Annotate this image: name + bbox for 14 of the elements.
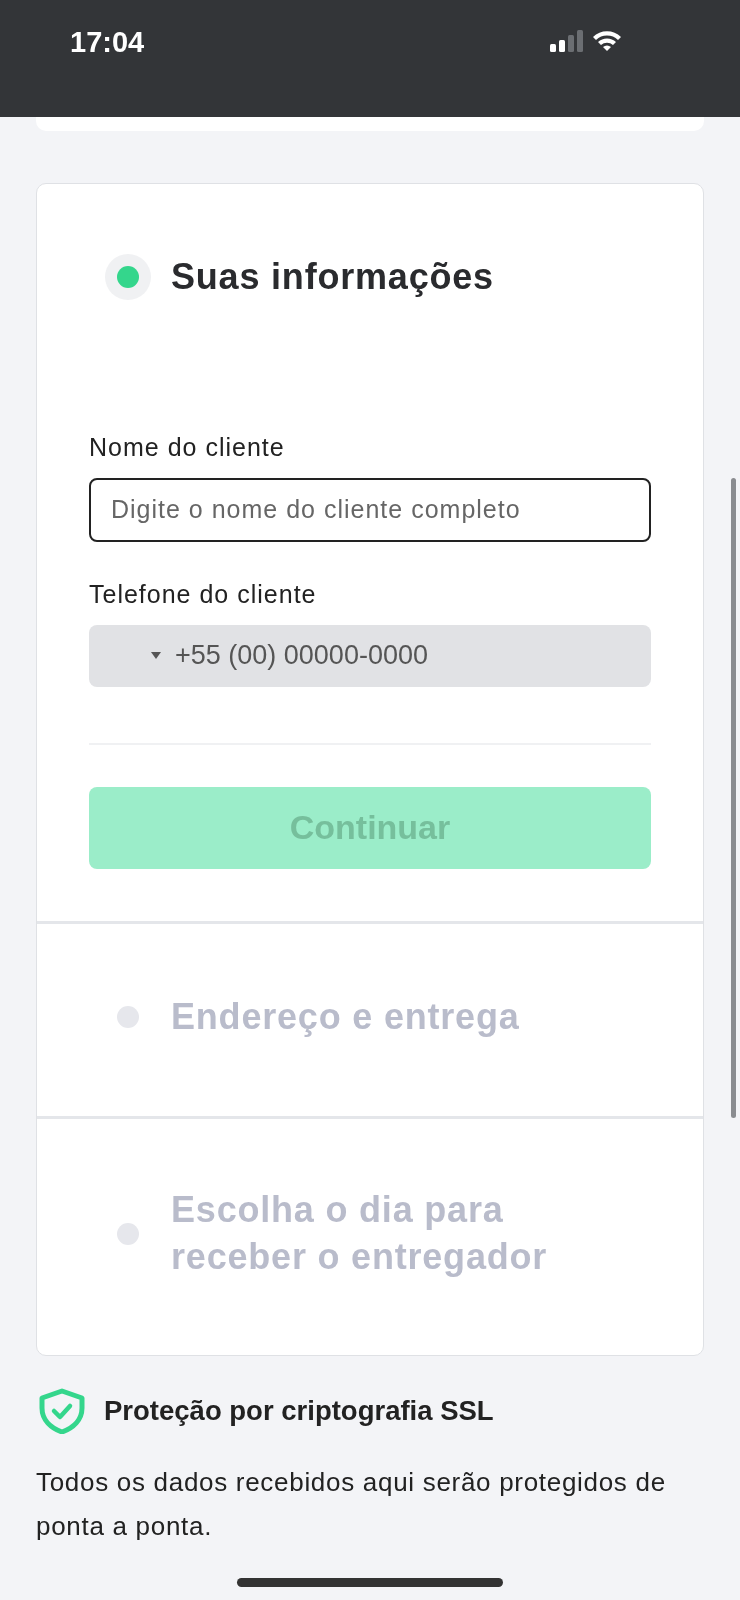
- shield-check-icon: [38, 1387, 86, 1434]
- caret-icon[interactable]: [151, 651, 161, 659]
- step-title[interactable]: Escolha o dia para receber o entregador: [171, 1186, 591, 1281]
- field-label: Telefone do cliente: [89, 579, 318, 609]
- signal-icon: [550, 30, 584, 52]
- phone-input[interactable]: +55 (00) 00000-0000: [89, 624, 651, 687]
- step-title[interactable]: Suas informações: [171, 254, 494, 301]
- status-time: 17:04: [70, 26, 145, 59]
- wifi-icon: [592, 30, 622, 52]
- step-title[interactable]: Endereço e entrega: [171, 993, 520, 1041]
- field-label: Nome do cliente: [89, 432, 286, 462]
- security-text: Todos os dados recebidos aqui serão protegidos de ponta a ponta.: [36, 1465, 667, 1543]
- name-input[interactable]: Digite o nome do cliente completo: [89, 477, 651, 542]
- security-title: Proteção por criptografia SSL: [104, 1394, 494, 1427]
